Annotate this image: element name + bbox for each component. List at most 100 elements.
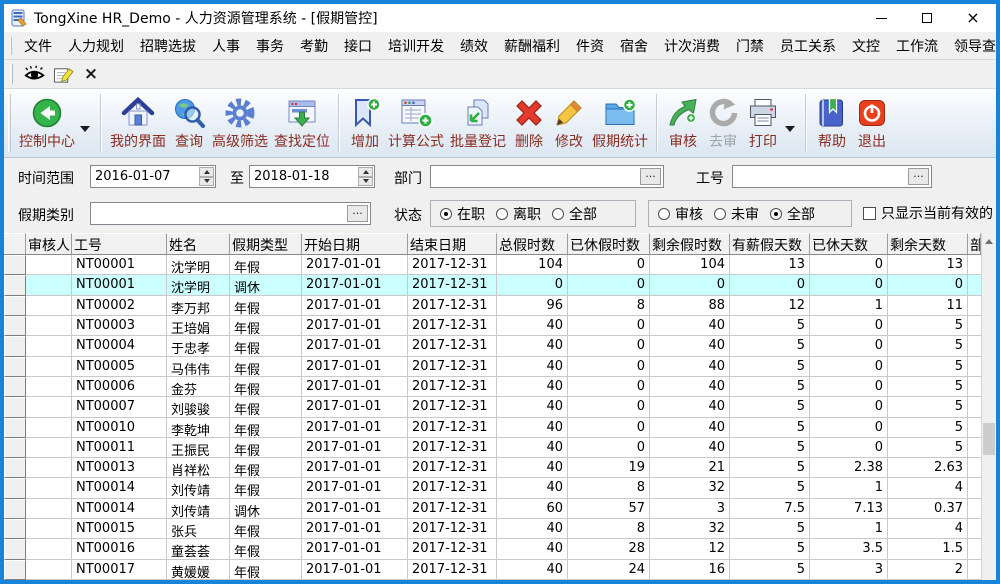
table-cell[interactable]: 21 [650, 458, 730, 478]
menu-item[interactable]: 人力规划 [60, 33, 132, 59]
table-cell[interactable]: 7.5 [730, 499, 810, 519]
grid-header-name[interactable]: 姓名 [167, 233, 230, 255]
table-cell[interactable]: NT00014 [72, 478, 167, 498]
table-cell[interactable]: 2017-12-31 [408, 377, 497, 397]
grid-header-total-hours[interactable]: 总假时数 [497, 233, 568, 255]
row-indicator[interactable] [4, 519, 26, 539]
table-cell[interactable]: 李万邦 [167, 296, 230, 316]
table-cell[interactable]: 40 [497, 377, 568, 397]
table-cell[interactable]: 年假 [230, 458, 302, 478]
table-cell[interactable] [26, 560, 72, 580]
maximize-button[interactable] [904, 4, 950, 32]
table-cell[interactable]: 2017-12-31 [408, 478, 497, 498]
table-cell[interactable]: 8 [568, 296, 650, 316]
scroll-thumb[interactable] [983, 423, 995, 455]
row-indicator[interactable] [4, 418, 26, 438]
table-cell[interactable]: 12 [650, 539, 730, 559]
grid-header-partial[interactable]: 部 [968, 233, 981, 255]
table-cell[interactable] [26, 458, 72, 478]
vertical-scrollbar[interactable] [981, 233, 996, 580]
table-cell[interactable]: 2017-01-01 [302, 397, 408, 417]
table-cell[interactable]: 1 [810, 478, 888, 498]
table-cell[interactable]: 0 [568, 255, 650, 275]
table-cell[interactable]: 调休 [230, 275, 302, 295]
table-cell[interactable]: 0 [810, 418, 888, 438]
table-cell[interactable]: 0 [810, 397, 888, 417]
table-cell[interactable]: 28 [568, 539, 650, 559]
table-cell[interactable]: 5 [730, 458, 810, 478]
spin-up-icon[interactable] [358, 167, 373, 177]
table-cell[interactable]: 年假 [230, 560, 302, 580]
table-cell[interactable] [26, 275, 72, 295]
table-cell[interactable]: 0 [568, 275, 650, 295]
table-cell[interactable]: 刘骏骏 [167, 397, 230, 417]
row-indicator[interactable] [4, 539, 26, 559]
spin-down-icon[interactable] [358, 177, 373, 187]
table-cell[interactable]: 年假 [230, 478, 302, 498]
close-panel-button[interactable]: × [77, 62, 105, 86]
table-cell[interactable] [26, 499, 72, 519]
toolbar-button-my-interface[interactable]: 我的界面 [107, 94, 169, 153]
toolbar-button-query[interactable]: 查询 [169, 94, 209, 153]
table-cell[interactable]: 2017-12-31 [408, 560, 497, 580]
table-cell[interactable]: 年假 [230, 539, 302, 559]
table-cell[interactable]: 2017-12-31 [408, 438, 497, 458]
table-cell[interactable]: 年假 [230, 357, 302, 377]
table-cell[interactable]: 2017-01-01 [302, 255, 408, 275]
table-cell[interactable]: 5 [888, 377, 968, 397]
table-cell[interactable]: 40 [497, 478, 568, 498]
row-indicator[interactable] [4, 458, 26, 478]
table-cell[interactable]: NT00014 [72, 499, 167, 519]
table-cell[interactable]: 60 [497, 499, 568, 519]
grid-header-paid-days[interactable]: 有薪假天数 [730, 233, 810, 255]
radio-icon[interactable] [714, 208, 726, 220]
table-row[interactable]: NT00002李万邦年假2017-01-012017-12-3196888121… [4, 296, 981, 316]
radio-option[interactable]: 全部 [552, 204, 597, 224]
row-indicator[interactable] [4, 478, 26, 498]
table-cell[interactable]: 2017-01-01 [302, 438, 408, 458]
menu-item[interactable]: 工作流 [888, 33, 946, 59]
table-cell[interactable]: 年假 [230, 336, 302, 356]
table-cell[interactable]: NT00001 [72, 275, 167, 295]
row-indicator[interactable] [4, 275, 26, 295]
table-cell[interactable]: 年假 [230, 316, 302, 336]
table-cell[interactable]: 5 [730, 316, 810, 336]
table-cell[interactable]: 12 [730, 296, 810, 316]
table-cell[interactable]: 沈学明 [167, 255, 230, 275]
table-cell[interactable]: 5 [730, 478, 810, 498]
menu-item[interactable]: 领导查询 [946, 33, 1000, 59]
table-cell[interactable]: 2.38 [810, 458, 888, 478]
grid-header-empid[interactable]: 工号 [72, 233, 167, 255]
table-row[interactable]: NT00006金芬年假2017-01-012017-12-3140040505 [4, 377, 981, 397]
table-cell[interactable]: 3 [810, 560, 888, 580]
table-cell[interactable] [26, 296, 72, 316]
table-cell[interactable]: 13 [888, 255, 968, 275]
table-row[interactable]: NT00001沈学明年假2017-01-012017-12-3110401041… [4, 255, 981, 275]
grid-header-used-days[interactable]: 已休天数 [810, 233, 888, 255]
table-cell[interactable] [26, 377, 72, 397]
scroll-up-button[interactable] [982, 233, 996, 250]
table-cell[interactable]: 5 [888, 336, 968, 356]
table-cell[interactable]: 4 [888, 519, 968, 539]
radio-icon[interactable] [658, 208, 670, 220]
table-cell[interactable]: NT00003 [72, 316, 167, 336]
table-cell[interactable]: 0 [810, 438, 888, 458]
radio-icon[interactable] [552, 208, 564, 220]
menu-item[interactable]: 宿舍 [612, 33, 656, 59]
date-to-field[interactable]: 2018-01-18 [249, 165, 375, 188]
table-cell[interactable]: 16 [650, 560, 730, 580]
table-row[interactable]: NT00014刘传靖年假2017-01-012017-12-3140832514 [4, 478, 981, 498]
table-cell[interactable]: 40 [650, 316, 730, 336]
table-cell[interactable]: 3 [650, 499, 730, 519]
table-cell[interactable]: 2017-01-01 [302, 560, 408, 580]
menu-item[interactable]: 招聘选拔 [132, 33, 204, 59]
toolbar-button-calc-formula[interactable]: 计算公式 [385, 94, 447, 153]
table-cell[interactable]: 0 [810, 275, 888, 295]
table-cell[interactable] [26, 357, 72, 377]
table-row[interactable]: NT00007刘骏骏年假2017-01-012017-12-3140040505 [4, 397, 981, 417]
table-cell[interactable]: NT00017 [72, 560, 167, 580]
table-cell[interactable] [26, 255, 72, 275]
table-cell[interactable]: 刘传靖 [167, 499, 230, 519]
table-cell[interactable]: 40 [497, 438, 568, 458]
toolbar-button-add[interactable]: 增加 [345, 94, 385, 153]
